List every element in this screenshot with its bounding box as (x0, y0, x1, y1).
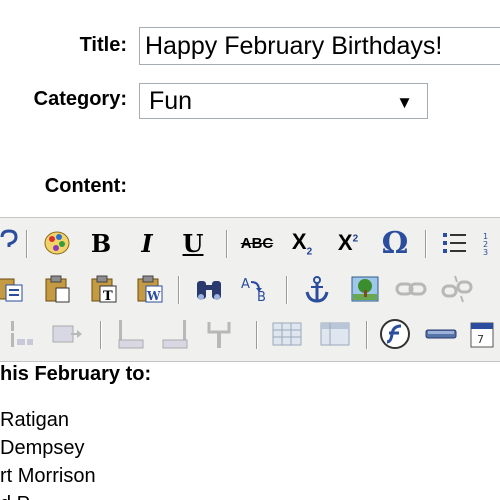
help-icon[interactable] (0, 226, 26, 260)
table-props-icon[interactable] (318, 317, 352, 351)
image-icon[interactable] (348, 272, 382, 306)
toolbar-separator (226, 230, 228, 258)
superscript-small: 2 (352, 233, 359, 245)
italic-icon: I (141, 228, 153, 258)
superscript-glyph: X (337, 230, 353, 255)
table-insert-cell-icon[interactable] (202, 317, 236, 351)
category-value: Fun (149, 87, 193, 115)
bold-button[interactable]: B (84, 226, 118, 260)
table-icon[interactable] (270, 317, 304, 351)
flash-icon[interactable] (378, 317, 412, 351)
table-split-icon[interactable] (158, 317, 192, 351)
replace-icon[interactable]: AB (238, 272, 272, 306)
date-icon[interactable]: 7 (468, 317, 500, 351)
strikethrough-button[interactable]: ABC (240, 226, 274, 260)
subscript-glyph: X (291, 228, 307, 254)
table-merge-icon[interactable] (114, 317, 148, 351)
table-delete-row-icon[interactable] (6, 317, 40, 351)
title-input[interactable]: Happy February Birthdays! (139, 27, 500, 65)
svg-text:A: A (241, 277, 250, 292)
superscript-icon: X2 (338, 230, 358, 256)
bulleted-list-icon[interactable] (438, 226, 472, 260)
toolbar-separator (425, 230, 427, 258)
content-editor[interactable]: his February to: Ratigan Dempsey rt Morr… (0, 361, 500, 500)
colors-icon[interactable] (40, 226, 74, 260)
svg-text:7: 7 (477, 333, 484, 346)
find-icon[interactable] (192, 272, 226, 306)
omega-icon: Ω (381, 225, 409, 261)
title-label: Title: (79, 34, 127, 56)
superscript-button[interactable]: X2 (331, 226, 365, 260)
link-icon[interactable] (394, 272, 428, 306)
toolbar-separator (256, 321, 258, 349)
anchor-icon[interactable] (300, 272, 334, 306)
content-label: Content: (44, 175, 127, 197)
unlink-icon[interactable] (440, 272, 474, 306)
paste-clipboard-icon[interactable] (40, 272, 74, 306)
editor-line: d P (0, 493, 30, 500)
subscript-icon: X2 (292, 229, 312, 257)
toolbar-separator (100, 321, 102, 349)
svg-text:W: W (146, 289, 161, 303)
horizontal-rule-icon[interactable] (424, 317, 458, 351)
svg-text:B: B (257, 290, 266, 304)
editor-heading: his February to: (0, 363, 152, 385)
subscript-small: 2 (306, 246, 313, 258)
toolbar-separator (178, 276, 180, 304)
paste-text-icon[interactable]: T (86, 272, 120, 306)
editor-toolbar: B I U ABC X2 X2 Ω 1 2 3 T W A B 7 (0, 217, 500, 362)
subscript-button[interactable]: X2 (285, 226, 319, 260)
table-insert-col-icon[interactable] (50, 317, 84, 351)
svg-text:3: 3 (483, 248, 488, 257)
editor-line: Ratigan (0, 409, 69, 431)
dropdown-arrow-icon: ▼ (396, 93, 413, 112)
category-label: Category: (33, 88, 127, 110)
editor-line: Dempsey (0, 437, 85, 459)
toolbar-separator (26, 230, 28, 258)
numbered-list-icon[interactable]: 1 2 3 (474, 226, 500, 260)
strikethrough-icon: ABC (240, 234, 274, 252)
svg-text:T: T (103, 289, 113, 304)
italic-button[interactable]: I (130, 226, 164, 260)
underline-button[interactable]: U (176, 226, 210, 260)
special-char-button[interactable]: Ω (378, 225, 412, 261)
underline-icon: U (182, 228, 204, 258)
toolbar-separator (286, 276, 288, 304)
bold-icon: B (90, 228, 112, 258)
toolbar-separator (366, 321, 368, 349)
paste-icon[interactable] (0, 272, 26, 306)
category-select[interactable]: Fun ▼ (139, 83, 428, 119)
editor-line: rt Morrison (0, 465, 96, 487)
paste-word-icon[interactable]: W (132, 272, 166, 306)
